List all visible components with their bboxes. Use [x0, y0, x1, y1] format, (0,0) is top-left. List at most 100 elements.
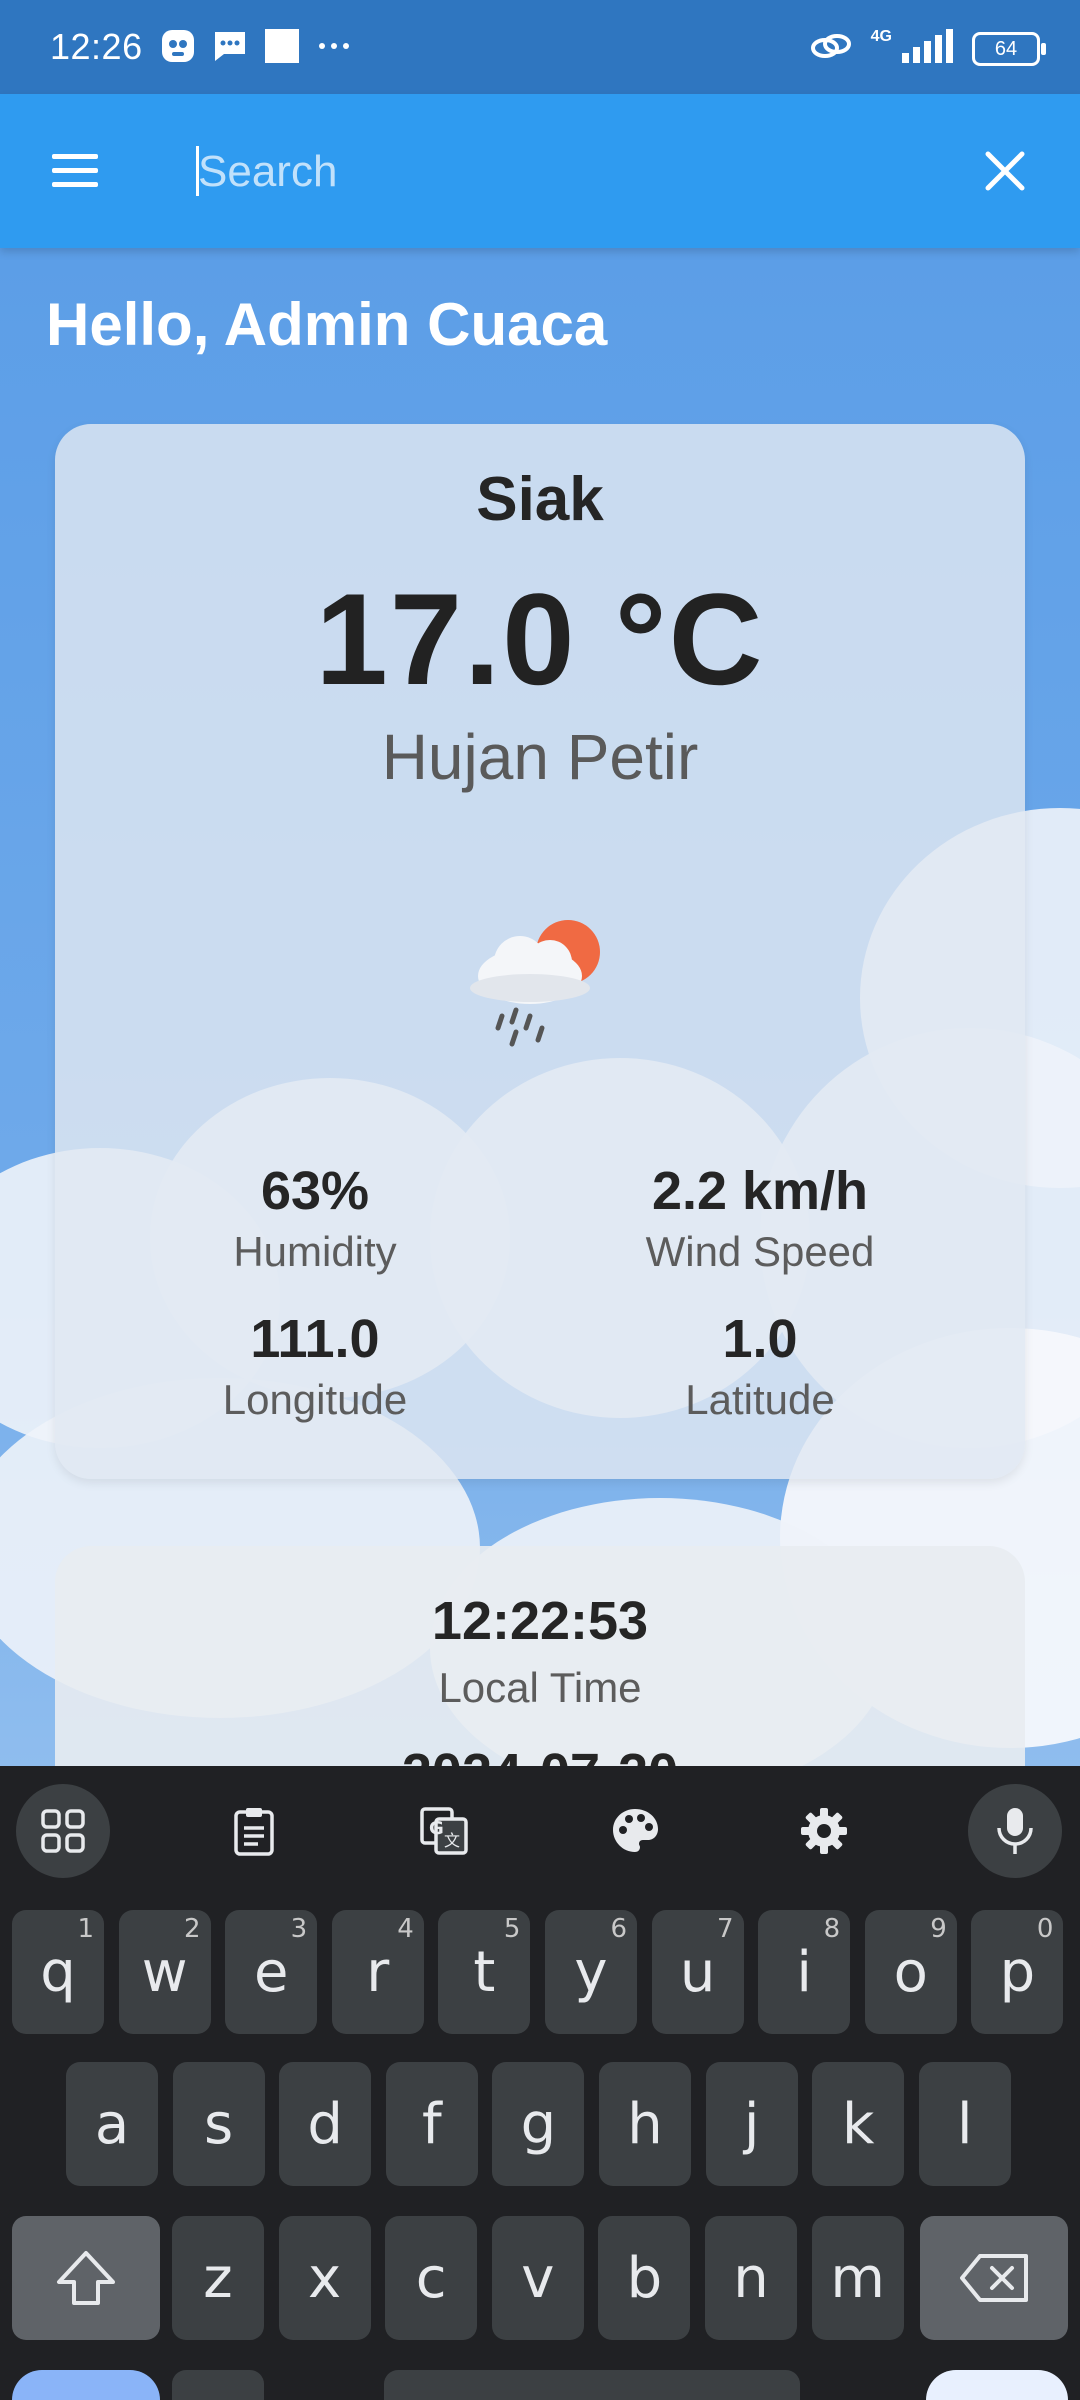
key-x[interactable]: x — [278, 2216, 371, 2340]
enter-key[interactable] — [926, 2370, 1068, 2400]
apps-grid-button[interactable] — [16, 1784, 110, 1878]
key-label: p — [999, 1939, 1036, 2005]
key-label: w — [141, 1939, 188, 2005]
key-m[interactable]: m — [811, 2216, 904, 2340]
palette-icon — [613, 1809, 658, 1852]
backspace-icon — [960, 2254, 1028, 2302]
sun-cloud-rain-icon — [460, 904, 620, 1054]
key-label: i — [796, 1939, 812, 2005]
backspace-key[interactable] — [920, 2216, 1068, 2340]
shift-key[interactable] — [12, 2216, 160, 2340]
keyboard-settings-button[interactable] — [777, 1784, 871, 1878]
key-v[interactable]: v — [491, 2216, 584, 2340]
comma-key[interactable] — [172, 2370, 264, 2400]
key-o[interactable]: o9 — [864, 1910, 957, 2034]
key-label: v — [521, 2245, 555, 2311]
local-time: 12:22:53 — [431, 1591, 649, 1651]
wind-speed-label: Wind Speed — [645, 1228, 875, 1275]
key-label: n — [733, 2245, 769, 2311]
key-u[interactable]: u7 — [651, 1910, 744, 2034]
voice-input-button[interactable] — [968, 1784, 1062, 1878]
key-label: s — [204, 2091, 234, 2157]
key-hint: 7 — [717, 1914, 734, 1944]
key-c[interactable]: c — [385, 2216, 478, 2340]
wind-speed-value: 2.2 km/h — [651, 1161, 869, 1221]
key-d[interactable]: d — [279, 2062, 372, 2186]
key-a[interactable]: a — [66, 2062, 158, 2186]
close-search-button[interactable] — [970, 136, 1040, 206]
key-hint: 6 — [610, 1914, 627, 1944]
key-y[interactable]: y6 — [545, 1910, 637, 2034]
key-g[interactable]: g — [492, 2062, 585, 2186]
key-n[interactable]: n — [705, 2216, 797, 2340]
key-b[interactable]: b — [598, 2216, 691, 2340]
app-bar — [0, 94, 1080, 248]
text-cursor — [196, 146, 199, 196]
network-type: 4G — [870, 28, 892, 45]
key-hint: 4 — [397, 1914, 414, 1944]
key-r[interactable]: r4 — [331, 1910, 424, 2034]
svg-text:G: G — [429, 1818, 444, 1839]
key-h[interactable]: h — [599, 2062, 691, 2186]
theme-button[interactable] — [588, 1784, 682, 1878]
apps-grid-icon — [41, 1809, 85, 1853]
key-label: h — [627, 2091, 663, 2157]
key-hint: 1 — [77, 1914, 94, 1944]
close-icon — [985, 151, 1025, 191]
key-w[interactable]: w2 — [118, 1910, 211, 2034]
clipboard-button[interactable] — [207, 1784, 301, 1878]
key-label: u — [679, 1939, 716, 2005]
message-icon — [212, 28, 248, 69]
menu-button[interactable] — [40, 136, 110, 206]
microphone-icon — [997, 1808, 1033, 1854]
key-label: k — [841, 2091, 875, 2157]
key-label: t — [473, 1939, 496, 2005]
key-label: c — [415, 2245, 447, 2311]
key-f[interactable]: f — [385, 2062, 478, 2186]
link-icon — [809, 28, 853, 69]
translate-icon: G 文 — [420, 1807, 468, 1855]
latitude-label: Latitude — [685, 1376, 835, 1423]
key-p[interactable]: p0 — [971, 1910, 1064, 2034]
humidity-label: Humidity — [233, 1228, 397, 1275]
key-q[interactable]: q1 — [12, 1910, 104, 2034]
key-l[interactable]: l — [918, 2062, 1011, 2186]
symbols-key[interactable] — [12, 2370, 160, 2400]
status-time: 12:26 — [50, 26, 143, 67]
key-label: x — [308, 2245, 342, 2311]
shift-arrow-icon — [57, 2251, 115, 2305]
key-e[interactable]: e3 — [225, 1910, 318, 2034]
key-label: l — [957, 2091, 973, 2157]
on-screen-keyboard: G 文 q 1 w 2 e 3 r 4 t 5 y 6 u 7 i 8 o 9 … — [0, 1766, 1080, 2400]
temperature: 17.0 °C — [315, 566, 765, 712]
key-hint: 0 — [1036, 1914, 1054, 1944]
key-s[interactable]: s — [172, 2062, 265, 2186]
search-input[interactable] — [196, 134, 960, 210]
humidity-value: 63% — [260, 1161, 370, 1221]
wind-speed-stat: 2.2 km/h Wind Speed — [540, 1160, 980, 1276]
key-hint: 3 — [290, 1914, 308, 1944]
key-label: o — [893, 1939, 928, 2005]
key-label: a — [94, 2091, 130, 2157]
translate-button[interactable]: G 文 — [397, 1784, 491, 1878]
system-icons: 4G 64 — [809, 28, 1046, 69]
settings-gear-icon — [801, 1808, 847, 1854]
weather-card: Siak 17.0 °C Hujan Petir 63% Humidity 2.… — [55, 424, 1025, 1479]
key-j[interactable]: j — [705, 2062, 798, 2186]
key-hint: 9 — [930, 1914, 947, 1944]
key-i[interactable]: i8 — [758, 1910, 851, 2034]
key-label: z — [203, 2245, 233, 2311]
space-key[interactable] — [384, 2370, 800, 2400]
key-label: g — [520, 2091, 557, 2157]
key-t[interactable]: t5 — [438, 1910, 531, 2034]
battery-indicator: 64 — [972, 31, 1046, 66]
city-name: Siak — [476, 465, 604, 534]
key-z[interactable]: z — [172, 2216, 264, 2340]
key-k[interactable]: k — [812, 2062, 905, 2186]
status-bar: 12:26 4G 64 — [0, 0, 1080, 94]
humidity-stat: 63% Humidity — [95, 1160, 535, 1276]
key-label: r — [366, 1939, 390, 2005]
weather-condition: Hujan Petir — [381, 721, 699, 793]
screen: 12:26 4G 64 Search Hello, Admin Cuaca Si… — [0, 0, 1080, 2400]
signal-icon — [902, 29, 954, 68]
